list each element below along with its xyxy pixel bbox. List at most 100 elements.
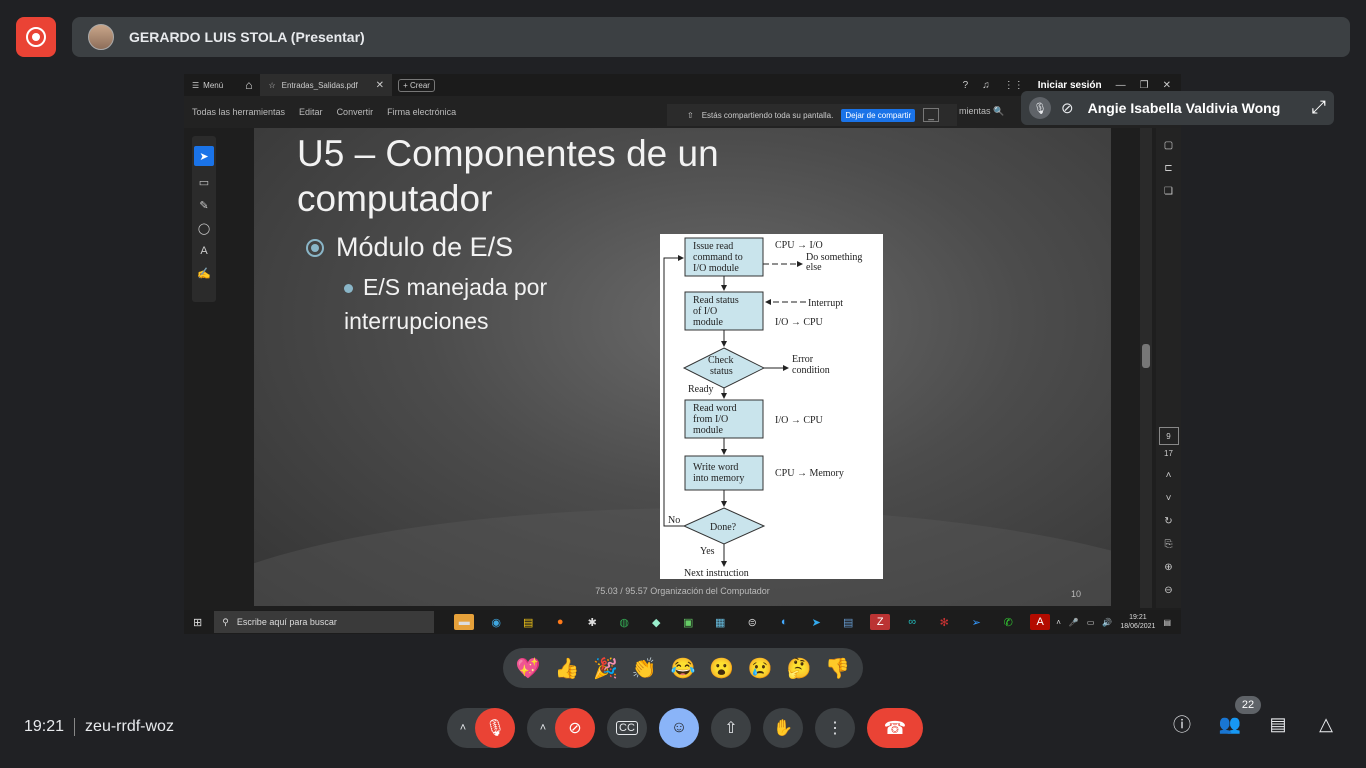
lasso-icon[interactable]: ◯ — [198, 222, 210, 235]
camera-toggle-button[interactable]: ⊘ — [555, 708, 595, 748]
zoom-in-icon[interactable]: ⊕ — [1164, 562, 1172, 573]
minimize-icon[interactable]: — — [1116, 80, 1126, 91]
svg-text:Read status: Read status — [693, 295, 739, 306]
briefcase-app-icon[interactable]: ▬ — [454, 614, 475, 630]
page-up-icon[interactable]: ˄ — [1166, 470, 1172, 481]
reaction-laugh[interactable]: 😂 — [671, 656, 696, 681]
star-icon[interactable]: ☆ — [268, 81, 275, 90]
reaction-thumbs-up[interactable]: 👍 — [555, 656, 580, 681]
slack-icon[interactable]: ✱ — [582, 614, 602, 630]
reaction-clap[interactable]: 👏 — [632, 656, 657, 681]
tool-all[interactable]: Todas las herramientas — [192, 107, 285, 117]
hide-notice-button[interactable]: _ — [923, 108, 940, 122]
chat-icon[interactable]: ▤ — [1266, 712, 1290, 736]
taskbar-search[interactable]: ⚲ Escribe aquí para buscar — [214, 611, 435, 633]
home-icon[interactable]: ⌂ — [245, 78, 252, 92]
self-view-tile[interactable]: 🎙 ⊘ Angie Isabella Valdivia Wong ⤢ — [1021, 91, 1334, 125]
refresh-icon[interactable]: ↻ — [1164, 516, 1172, 527]
filezilla-icon[interactable]: Z — [870, 614, 891, 630]
file-explorer-icon[interactable]: ▤ — [518, 614, 538, 630]
bookmark-icon[interactable]: ⊏ — [1164, 163, 1172, 174]
leave-call-button[interactable]: ☎ — [867, 708, 923, 748]
help-icon[interactable]: ? — [963, 80, 969, 91]
scrollbar-thumb[interactable] — [1142, 344, 1150, 368]
windows-start-icon[interactable]: ⊞ — [193, 616, 202, 629]
network-app-icon[interactable]: ▦ — [710, 614, 730, 630]
expand-icon[interactable]: ⤢ — [1312, 97, 1326, 118]
chrome-icon[interactable]: ◍ — [614, 614, 634, 630]
select-cursor-icon[interactable]: ➤ — [194, 146, 214, 166]
apps-grid-icon[interactable]: ⋮⋮ — [1004, 80, 1024, 91]
diamond1-right1: Error — [792, 354, 814, 365]
tools-search[interactable]: mientas 🔍 — [959, 106, 1004, 117]
box1-right2b: else — [806, 262, 822, 273]
pen-icon[interactable]: ✎ — [199, 199, 208, 212]
login-button[interactable]: Iniciar sesión — [1038, 80, 1102, 91]
acrobat-icon[interactable]: A — [1030, 614, 1051, 630]
reaction-thumbs-down[interactable]: 👎 — [825, 656, 850, 681]
bullet-level2-text: E/S manejada por interrupciones — [344, 274, 548, 334]
reaction-heart[interactable]: 💖 — [516, 656, 541, 681]
captions-button[interactable]: CC — [607, 708, 647, 748]
whatsapp-icon[interactable]: ✆ — [998, 614, 1018, 630]
camera-options-chevron-icon[interactable]: ˄ — [535, 722, 551, 734]
mic-options-chevron-icon[interactable]: ˄ — [455, 722, 471, 734]
reaction-sad[interactable]: 😢 — [748, 656, 773, 681]
tool-convert[interactable]: Convertir — [337, 107, 374, 117]
create-button[interactable]: + Crear — [398, 78, 435, 92]
document-tab[interactable]: ☆ Entradas_Salidas.pdf ✕ — [260, 74, 393, 96]
remote-app-icon[interactable]: ▤ — [838, 614, 858, 630]
firefox-icon[interactable]: ● — [550, 614, 570, 630]
tray-network-icon[interactable]: ▭ — [1087, 618, 1095, 627]
tool-edit[interactable]: Editar — [299, 107, 323, 117]
close-window-icon[interactable]: ✕ — [1163, 80, 1171, 91]
activities-icon[interactable]: △ — [1314, 712, 1338, 736]
meeting-details-icon[interactable]: ⓘ — [1170, 712, 1194, 736]
terminal-app-icon[interactable]: ⊜ — [742, 614, 762, 630]
powershell-icon[interactable]: ➢ — [966, 614, 986, 630]
comments-icon[interactable]: ▢ — [1164, 140, 1173, 151]
reaction-surprised[interactable]: 😮 — [709, 656, 734, 681]
page-down-icon[interactable]: ˅ — [1166, 493, 1172, 504]
bell-icon[interactable]: ♫ — [982, 80, 990, 91]
comment-icon[interactable]: ▭ — [199, 176, 209, 189]
mic-toggle-button[interactable]: 🎙 — [475, 708, 515, 748]
bullet-level1: Módulo de E/S — [306, 232, 513, 263]
reactions-button[interactable]: ☺ — [659, 708, 699, 748]
recording-button[interactable] — [16, 17, 56, 57]
hand-icon: ✋ — [773, 720, 793, 737]
tool-esign[interactable]: Firma electrónica — [387, 107, 456, 117]
tray-volume-icon[interactable]: 🔊 — [1102, 618, 1112, 627]
stop-sharing-button[interactable]: Dejar de compartir — [841, 108, 916, 122]
save-icon[interactable]: ⎘ — [1165, 539, 1173, 550]
restore-icon[interactable]: ❐ — [1140, 80, 1149, 91]
notepad-app-icon[interactable]: ▣ — [678, 614, 698, 630]
telegram-icon[interactable]: ➤ — [806, 614, 826, 630]
page-number-input[interactable]: 9 — [1158, 427, 1179, 445]
cube-app-icon[interactable]: ◆ — [646, 614, 666, 630]
people-icon[interactable]: 👥 — [1218, 712, 1242, 736]
reaction-party[interactable]: 🎉 — [593, 656, 618, 681]
tab-close-icon[interactable]: ✕ — [376, 80, 384, 91]
reaction-thinking[interactable]: 🤔 — [786, 656, 811, 681]
arduino-icon[interactable]: ∞ — [902, 614, 922, 630]
text-box-icon[interactable]: A — [200, 245, 207, 257]
more-options-button[interactable]: ⋮ — [815, 708, 855, 748]
taskbar-clock[interactable]: 19:21 18/06/2021 — [1120, 613, 1155, 631]
box2-right2: I/O → CPU — [775, 317, 824, 328]
next-instruction-label: Next instruction — [684, 568, 749, 579]
acrobat-menu-button[interactable]: ☰ Menú — [192, 81, 223, 90]
tray-chevron-icon[interactable]: ˄ — [1056, 618, 1061, 627]
pages-icon[interactable]: ❏ — [1164, 186, 1173, 197]
vertical-scrollbar[interactable] — [1140, 128, 1152, 608]
present-button[interactable]: ⇧ — [711, 708, 751, 748]
bug-app-icon[interactable]: ✻ — [934, 614, 954, 630]
edge-app-icon[interactable]: ◉ — [486, 614, 506, 630]
notifications-icon[interactable]: ▤ — [1163, 618, 1171, 627]
zoom-out-icon[interactable]: ⊖ — [1164, 585, 1172, 596]
raise-hand-button[interactable]: ✋ — [763, 708, 803, 748]
signature-icon[interactable]: ✍ — [197, 267, 211, 280]
windows-taskbar: ⊞ ⚲ Escribe aquí para buscar ▬ ◉ ▤ ● ✱ ◍… — [184, 610, 1181, 634]
tray-mic-icon[interactable]: 🎤 — [1069, 618, 1079, 627]
chat-app-icon[interactable]: ◐ — [774, 614, 794, 630]
